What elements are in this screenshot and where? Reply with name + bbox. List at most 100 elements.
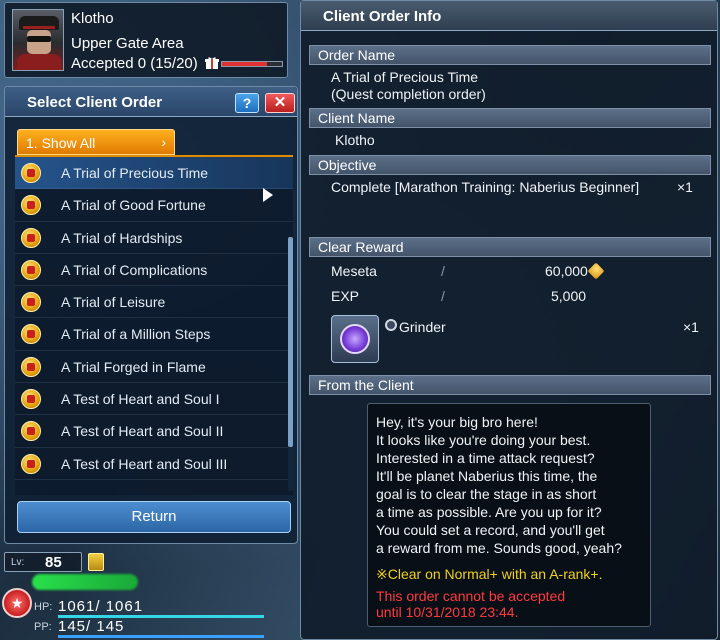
class-star-icon: ★	[2, 588, 32, 618]
pointer-cursor-icon	[263, 188, 273, 202]
client-order-icon	[21, 259, 41, 280]
quest-label: A Test of Heart and Soul I	[61, 391, 220, 408]
material-type-icon	[385, 319, 397, 331]
order-name-header: Order Name	[309, 45, 711, 65]
level-value: 85	[45, 554, 62, 571]
message-line: Hey, it's your big bro here!	[376, 414, 538, 430]
reward-item-name: Grinder	[399, 319, 446, 335]
quest-list: A Trial of Precious Time A Trial of Good…	[15, 155, 293, 495]
return-button[interactable]: Return	[17, 501, 291, 533]
client-name-header: Client Name	[309, 108, 711, 128]
client-order-icon	[21, 195, 41, 216]
pp-value: 145/ 145	[58, 618, 125, 635]
avatar	[12, 9, 64, 71]
hp-display: HP: 1061/ 1061	[34, 598, 264, 618]
scrollbar-thumb[interactable]	[288, 237, 293, 447]
quest-label: A Trial of Good Fortune	[61, 197, 206, 214]
objective-text: Complete [Marathon Training: Naberius Be…	[331, 179, 640, 195]
acceptance-warning-date: until 10/31/2018 23:44.	[376, 604, 519, 620]
clear-condition: ※Clear on Normal+ with an A-rank+.	[376, 566, 603, 582]
order-name: A Trial of Precious Time	[331, 69, 479, 85]
window-title-bar[interactable]: Select Client Order ? ✕	[5, 87, 297, 117]
character-panel: Klotho Upper Gate Area Accepted 0 (15/20…	[4, 2, 288, 78]
reward-separator: /	[441, 288, 445, 304]
client-order-icon	[21, 292, 41, 313]
gift-icon	[205, 57, 219, 69]
meseta-label: Meseta	[331, 263, 377, 279]
hp-value: 1061/ 1061	[58, 598, 144, 615]
filter-tab-label: 1. Show All	[26, 135, 96, 151]
meseta-icon	[587, 262, 605, 280]
quest-list-item[interactable]: A Test of Heart and Soul III	[15, 448, 293, 480]
level-label: Lv:	[11, 557, 25, 568]
quest-list-item[interactable]: A Trial Forged in Flame	[15, 351, 293, 384]
level-display: Lv: 85	[4, 552, 82, 572]
client-order-icon	[21, 163, 41, 183]
clear-reward-header: Clear Reward	[309, 237, 711, 257]
client-order-icon	[21, 227, 41, 248]
quest-list-scrollbar[interactable]	[288, 237, 293, 491]
accepted-progress-bar	[221, 61, 283, 67]
quest-list-item[interactable]: A Test of Heart and Soul II	[15, 415, 293, 448]
quest-list-item[interactable]: A Trial of Hardships	[15, 222, 293, 254]
quest-label: A Trial of Leisure	[61, 294, 166, 311]
exp-label: EXP	[331, 288, 360, 304]
player-name-redacted	[32, 574, 138, 590]
quest-label: A Trial Forged in Flame	[61, 358, 206, 375]
message-line: goal is to clear the stage in as short	[376, 486, 597, 502]
client-message-box: Hey, it's your big bro here! It looks li…	[367, 403, 651, 627]
window-title: Select Client Order	[27, 94, 163, 111]
filter-tab-show-all[interactable]: 1. Show All ›	[17, 129, 175, 155]
message-line: You could set a record, and you'll get	[376, 522, 605, 538]
quest-list-item[interactable]: A Trial of a Million Steps	[15, 318, 293, 351]
message-line: a time as possible. Are you up for it?	[376, 504, 602, 520]
acceptance-warning: This order cannot be accepted	[376, 588, 566, 604]
current-area: Upper Gate Area	[71, 35, 184, 52]
quest-list-item[interactable]: A Trial of Good Fortune	[15, 189, 293, 222]
client-order-icon	[21, 421, 41, 442]
quest-list-item[interactable]: A Trial of Leisure	[15, 286, 293, 319]
exp-value: 5,000	[551, 288, 587, 304]
pp-label: PP:	[34, 621, 52, 633]
pp-bar	[58, 635, 264, 638]
client-order-icon	[21, 389, 41, 410]
message-line: Interested in a time attack request?	[376, 450, 595, 466]
client-name: Klotho	[335, 132, 375, 148]
meseta-value: 60,000	[545, 263, 588, 279]
quest-list-item[interactable]: A Trial of Complications	[15, 254, 293, 287]
reward-separator: /	[441, 263, 445, 279]
character-name: Klotho	[71, 10, 114, 27]
grinder-item-icon[interactable]	[331, 315, 379, 363]
objective-count: ×1	[677, 179, 693, 195]
info-title-bar: Client Order Info	[301, 1, 717, 31]
objective-header: Objective	[309, 155, 711, 175]
quest-label: A Trial of Hardships	[61, 229, 183, 246]
select-client-order-window: Select Client Order ? ✕ 1. Show All › A …	[4, 86, 298, 544]
chevron-right-icon: ›	[161, 134, 166, 150]
order-type: (Quest completion order)	[331, 86, 486, 102]
close-button[interactable]: ✕	[265, 93, 295, 113]
quest-label: A Test of Heart and Soul III	[61, 455, 228, 472]
quest-label: A Test of Heart and Soul II	[61, 423, 224, 440]
accepted-count: Accepted 0 (15/20)	[71, 55, 198, 72]
quest-list-item[interactable]: A Trial of Precious Time	[15, 157, 293, 190]
reward-item-count: ×1	[683, 319, 699, 335]
rank-chevron-icon	[88, 553, 104, 571]
quest-label: A Trial of a Million Steps	[61, 326, 211, 343]
from-client-header: From the Client	[309, 375, 711, 395]
quest-label: A Trial of Complications	[61, 261, 208, 278]
message-line: It looks like you're doing your best.	[376, 432, 591, 448]
pp-display: PP: 145/ 145	[34, 618, 264, 638]
info-title: Client Order Info	[323, 8, 442, 25]
quest-label: A Trial of Precious Time	[61, 165, 209, 181]
message-line: It'll be planet Naberius this time, the	[376, 468, 598, 484]
quest-list-item[interactable]: A Test of Heart and Soul I	[15, 383, 293, 416]
player-status-hud: Lv: 85 ★ HP: 1061/ 1061 PP: 145/ 145	[0, 552, 270, 640]
hp-label: HP:	[34, 601, 53, 613]
message-line: a reward from me. Sounds good, yeah?	[376, 540, 622, 556]
client-order-icon	[21, 324, 41, 345]
client-order-icon	[21, 453, 41, 474]
client-order-icon	[21, 356, 41, 377]
client-order-info-panel: Client Order Info Order Name A Trial of …	[300, 0, 718, 640]
help-button[interactable]: ?	[235, 93, 259, 113]
